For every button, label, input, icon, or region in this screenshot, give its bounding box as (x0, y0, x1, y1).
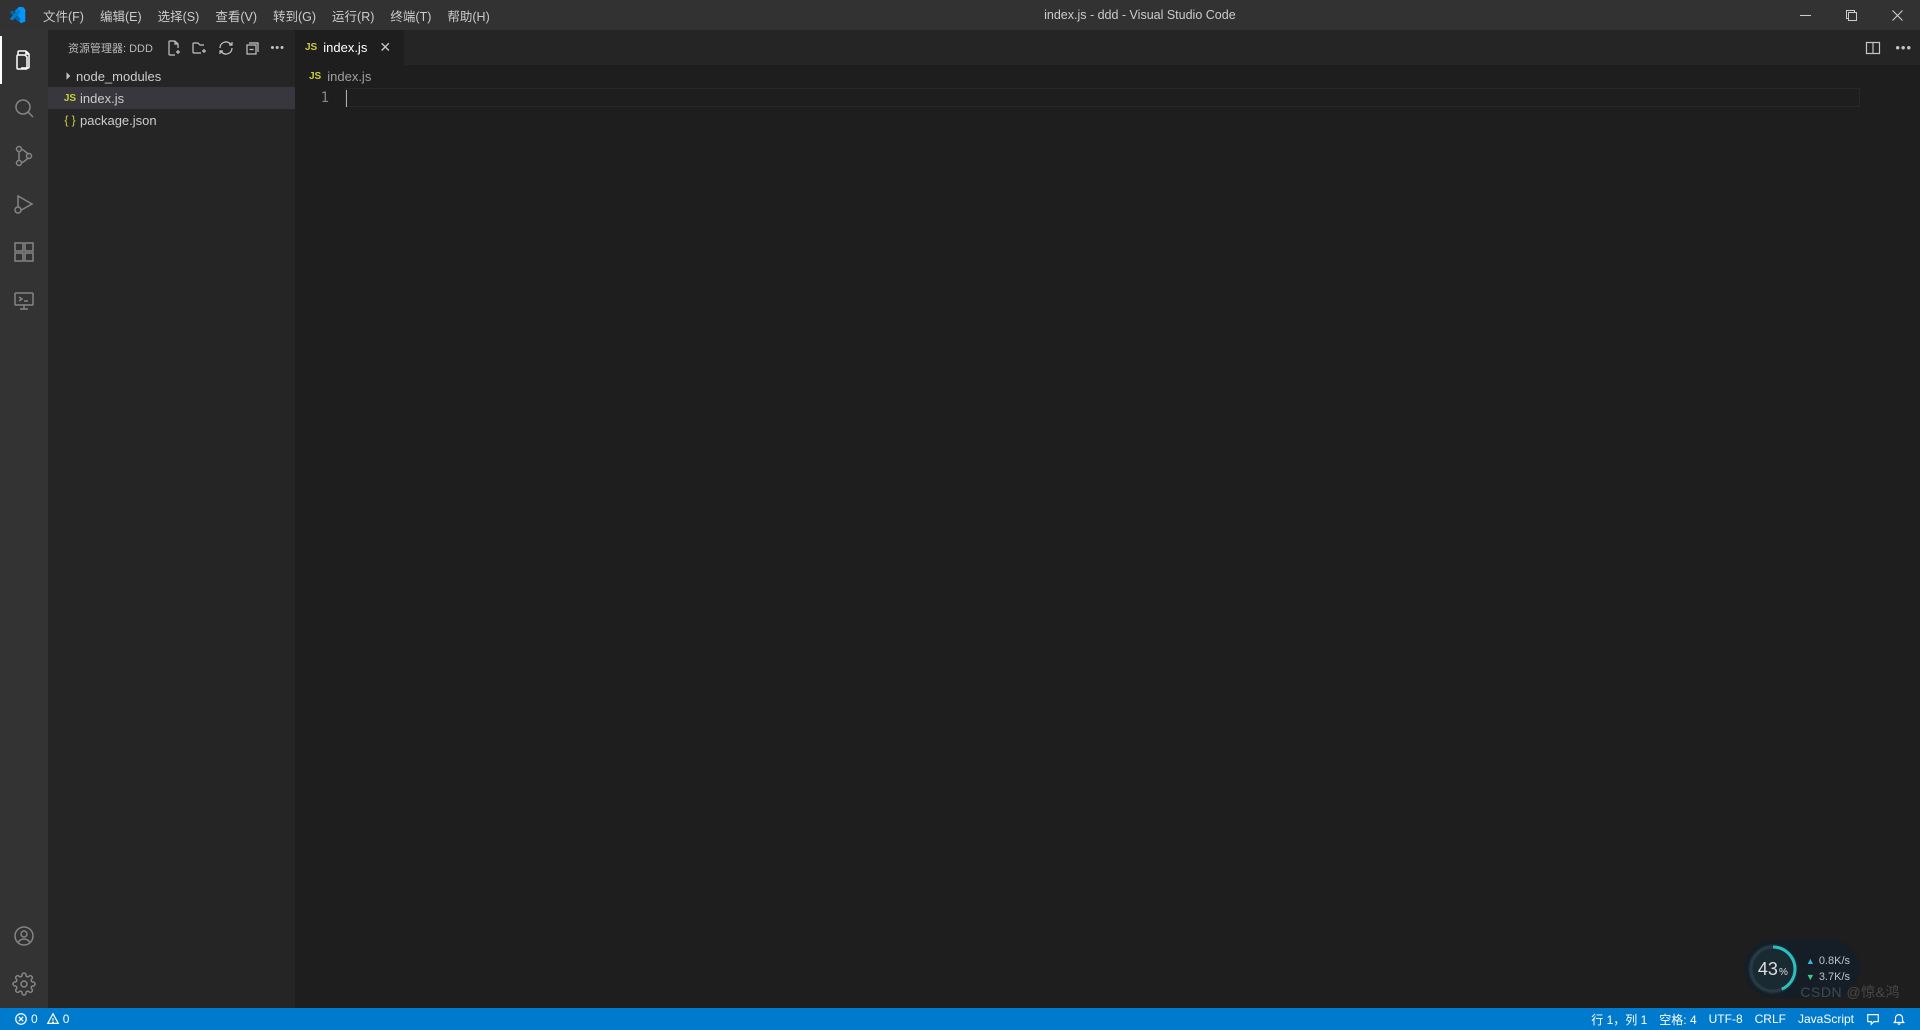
menu-terminal[interactable]: 终端(T) (382, 0, 439, 30)
js-file-icon: JS (60, 93, 80, 104)
tree-item-label: index.js (80, 91, 124, 106)
menu-go[interactable]: 转到(G) (265, 0, 324, 30)
activity-source-control-icon[interactable] (0, 132, 48, 180)
status-feedback-icon[interactable] (1860, 1008, 1886, 1030)
refresh-icon[interactable] (218, 40, 234, 56)
menu-view[interactable]: 查看(V) (207, 0, 265, 30)
menu-file[interactable]: 文件(F) (35, 0, 92, 30)
collapse-all-icon[interactable] (244, 40, 260, 56)
js-file-icon: JS (305, 42, 317, 53)
window-close-button[interactable] (1874, 0, 1920, 30)
editor-tabs: JS index.js ✕ ••• (295, 30, 1920, 65)
new-file-icon[interactable] (166, 40, 182, 56)
vscode-logo-icon (0, 7, 35, 24)
activity-bar (0, 30, 48, 1008)
code-area[interactable] (345, 87, 1920, 1008)
tree-item-label: package.json (80, 113, 157, 128)
editor-group: JS index.js ✕ ••• JS index.js 1 (295, 30, 1920, 1008)
sidebar-header: 资源管理器: DDD ••• (48, 30, 295, 65)
window-maximize-button[interactable] (1828, 0, 1874, 30)
json-file-icon: { } (60, 113, 80, 127)
tree-item-label: node_modules (76, 69, 161, 84)
window-minimize-button[interactable] (1782, 0, 1828, 30)
tree-folder-node_modules[interactable]: node_modules (48, 65, 295, 87)
status-cursor-position[interactable]: 行 1，列 1 (1585, 1008, 1653, 1030)
tab-close-icon[interactable]: ✕ (379, 39, 391, 56)
js-file-icon: JS (309, 71, 321, 82)
more-actions-icon[interactable]: ••• (270, 40, 285, 56)
activity-remote-icon[interactable] (0, 276, 48, 324)
window-controls (1782, 0, 1920, 30)
new-folder-icon[interactable] (192, 40, 208, 56)
status-errors[interactable]: 0 0 (8, 1008, 75, 1030)
menu-selection[interactable]: 选择(S) (150, 0, 208, 30)
editor-more-actions-icon[interactable]: ••• (1895, 40, 1912, 55)
warning-count: 0 (63, 1012, 70, 1026)
tree-file-index-js[interactable]: JS index.js (48, 87, 295, 109)
window-title: index.js - ddd - Visual Studio Code (498, 8, 1782, 22)
activity-accounts-icon[interactable] (0, 912, 48, 960)
sidebar-title: 资源管理器: DDD (68, 40, 166, 56)
status-eol[interactable]: CRLF (1749, 1008, 1792, 1030)
title-bar: 文件(F) 编辑(E) 选择(S) 查看(V) 转到(G) 运行(R) 终端(T… (0, 0, 1920, 30)
breadcrumb-item: index.js (327, 69, 371, 84)
workbench: 资源管理器: DDD ••• node_modules JS index.js (0, 30, 1920, 1008)
status-bar: 0 0 行 1，列 1 空格: 4 UTF-8 CRLF JavaScript (0, 1008, 1920, 1030)
activity-extensions-icon[interactable] (0, 228, 48, 276)
activity-settings-icon[interactable] (0, 960, 48, 1008)
error-count: 0 (31, 1012, 38, 1026)
status-language[interactable]: JavaScript (1792, 1008, 1860, 1030)
status-notifications-icon[interactable] (1886, 1008, 1912, 1030)
menu-help[interactable]: 帮助(H) (439, 0, 497, 30)
current-line-highlight (345, 88, 1860, 107)
tab-label: index.js (323, 40, 367, 55)
breadcrumbs[interactable]: JS index.js (295, 65, 1920, 87)
editor-body[interactable]: 1 43% ▲0.8K/s ▼3.7K/s (295, 87, 1920, 1008)
chevron-right-icon (60, 70, 76, 82)
tab-index-js[interactable]: JS index.js ✕ (295, 30, 405, 65)
sidebar-explorer: 资源管理器: DDD ••• node_modules JS index.js (48, 30, 295, 1008)
menu-edit[interactable]: 编辑(E) (92, 0, 150, 30)
activity-search-icon[interactable] (0, 84, 48, 132)
tree-file-package-json[interactable]: { } package.json (48, 109, 295, 131)
split-editor-icon[interactable] (1865, 40, 1881, 56)
menu-bar: 文件(F) 编辑(E) 选择(S) 查看(V) 转到(G) 运行(R) 终端(T… (35, 0, 498, 30)
text-cursor (346, 90, 347, 107)
line-number-gutter: 1 (295, 87, 345, 1008)
menu-run[interactable]: 运行(R) (324, 0, 382, 30)
line-number: 1 (295, 89, 329, 108)
status-indentation[interactable]: 空格: 4 (1653, 1008, 1702, 1030)
status-encoding[interactable]: UTF-8 (1703, 1008, 1749, 1030)
file-tree: node_modules JS index.js { } package.jso… (48, 65, 295, 131)
activity-run-debug-icon[interactable] (0, 180, 48, 228)
activity-explorer-icon[interactable] (0, 36, 48, 84)
